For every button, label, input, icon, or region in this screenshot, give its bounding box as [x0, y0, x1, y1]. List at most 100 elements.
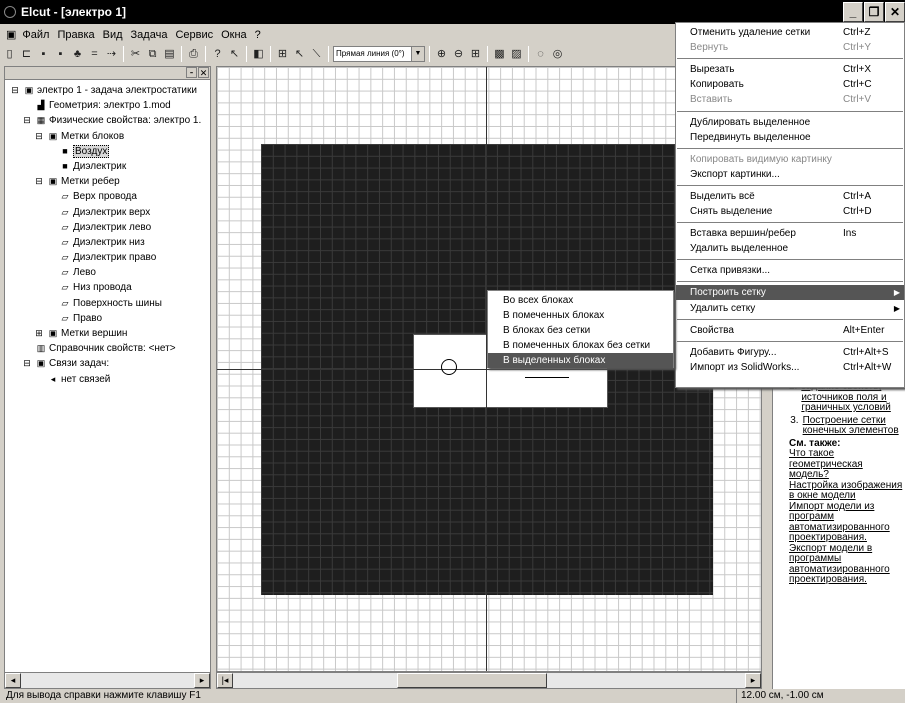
submenu-item[interactable]: В помеченных блоках без сетки: [488, 338, 673, 353]
minimize-button[interactable]: _: [843, 2, 863, 22]
help-link[interactable]: Построение сетки конечных элементов: [803, 415, 905, 437]
context-help-icon[interactable]: ↖: [227, 47, 242, 62]
panel-close-icon[interactable]: ✕: [198, 67, 209, 78]
context-menu-item[interactable]: Передвинуть выделенное: [676, 130, 904, 145]
scroll-left-icon[interactable]: ◂: [5, 673, 21, 688]
canvas-hscrollbar[interactable]: |◂ ▸: [216, 672, 762, 689]
tree-item[interactable]: ▱ Диэлектрик лево: [5, 220, 210, 235]
context-menu-item[interactable]: Вставка вершин/ребер Ins: [676, 226, 904, 241]
line-type-select[interactable]: Прямая линия (0°) ▼: [333, 46, 425, 62]
cut-icon[interactable]: ✂: [128, 47, 143, 62]
copy-icon[interactable]: ⧉: [145, 47, 160, 62]
context-menu-item[interactable]: Отменить удаление сетки Ctrl+Z: [676, 25, 904, 40]
tree-item[interactable]: ▱ Низ провода: [5, 280, 210, 295]
new-icon[interactable]: ▯: [2, 47, 17, 62]
scroll-right-icon[interactable]: ▸: [745, 673, 761, 688]
context-menu-item[interactable]: Экспорт картинки...: [676, 167, 904, 182]
submenu-item[interactable]: Во всех блоках: [488, 293, 673, 308]
tree-item[interactable]: ▱ Право: [5, 311, 210, 326]
context-menu-item[interactable]: Выделить всё Ctrl+A: [676, 189, 904, 204]
help-icon[interactable]: ?: [210, 47, 225, 62]
wire-edge[interactable]: [525, 377, 569, 378]
draw-line-icon[interactable]: ⟍: [309, 47, 324, 62]
help-link[interactable]: Импорт модели из программ автоматизирова…: [789, 501, 890, 544]
menu-view[interactable]: Вид: [99, 29, 127, 41]
menu-service[interactable]: Сервис: [171, 29, 217, 41]
expand-toggle-icon[interactable]: ⊟: [9, 83, 21, 98]
open-icon[interactable]: ⊏: [19, 47, 34, 62]
context-menu-item[interactable]: Добавить Фигуру... Ctrl+Alt+S: [676, 345, 904, 360]
tree-item[interactable]: ▥ Справочник свойств: <нет>: [5, 341, 210, 356]
help-link[interactable]: Экспорт модели в программы автоматизиров…: [789, 543, 890, 586]
doc-icon[interactable]: ▣: [4, 28, 18, 41]
tree-item[interactable]: ▱ Диэлектрик низ: [5, 235, 210, 250]
restore-button[interactable]: ❐: [864, 2, 884, 22]
tree-item[interactable]: ▱ Диэлектрик право: [5, 250, 210, 265]
solve-icon[interactable]: ◌: [533, 47, 548, 62]
context-menu-item[interactable]: Снять выделение Ctrl+D: [676, 204, 904, 219]
menu-help[interactable]: ?: [251, 29, 265, 41]
menu-file[interactable]: Файл: [18, 29, 53, 41]
scroll-right-icon[interactable]: ▸: [194, 673, 210, 688]
expand-toggle-icon[interactable]: ⊞: [33, 326, 45, 341]
tree-item[interactable]: ▱ Диэлектрик верх: [5, 205, 210, 220]
network-icon[interactable]: ♣: [70, 47, 85, 62]
context-menu-item[interactable]: Копировать видимую картинку: [676, 152, 904, 167]
help-link[interactable]: Что такое геометрическая модель?: [789, 448, 863, 480]
select-icon[interactable]: ↖: [292, 47, 307, 62]
submenu-item[interactable]: В выделенных блоках: [488, 353, 673, 368]
context-menu-item[interactable]: Дублировать выделенное: [676, 115, 904, 130]
scroll-left-icon[interactable]: |◂: [217, 673, 233, 688]
context-menu-item[interactable]: Вернуть Ctrl+Y: [676, 40, 904, 55]
link-icon[interactable]: ⇢: [104, 47, 119, 62]
close-button[interactable]: ✕: [885, 2, 905, 22]
zoom-out-icon[interactable]: ⊖: [451, 47, 466, 62]
tree-item[interactable]: ◂ нет связей: [5, 372, 210, 387]
tree-item[interactable]: ■ Воздух: [5, 144, 210, 159]
context-menu-item[interactable]: Удалить сетку ▶: [676, 301, 904, 316]
menu-task[interactable]: Задача: [127, 29, 172, 41]
tree-item[interactable]: ▱ Лево: [5, 265, 210, 280]
tree-item[interactable]: ▱ Верх провода: [5, 189, 210, 204]
context-menu-item[interactable]: Импорт из SolidWorks... Ctrl+Alt+W: [676, 360, 904, 375]
context-menu-item[interactable]: Построить сетку ▶: [676, 285, 904, 301]
tree-item[interactable]: ⊞ ▣ Метки вершин: [5, 326, 210, 341]
tree-item[interactable]: ▱ Поверхность шины: [5, 296, 210, 311]
tree-item[interactable]: ⊟ ▣ Метки блоков: [5, 129, 210, 144]
expand-toggle-icon[interactable]: ⊟: [33, 129, 45, 144]
context-menu-item[interactable]: Вырезать Ctrl+X: [676, 62, 904, 77]
help-link[interactable]: Настройка изображения в окне модели: [789, 480, 902, 502]
properties-icon[interactable]: ◧: [251, 47, 266, 62]
tree-hscrollbar[interactable]: ◂ ▸: [5, 672, 210, 688]
mesh-delete-icon[interactable]: ▨: [509, 47, 524, 62]
tree-item[interactable]: ⊟ ▣ Связи задач:: [5, 356, 210, 371]
chevron-down-icon[interactable]: ▼: [411, 47, 424, 61]
paste-icon[interactable]: ▤: [162, 47, 177, 62]
tree-item[interactable]: ⊟ ▣ электро 1 - задача электростатики: [5, 83, 210, 98]
menu-windows[interactable]: Окна: [217, 29, 251, 41]
equals-icon[interactable]: =: [87, 47, 102, 62]
expand-toggle-icon[interactable]: ⊟: [21, 356, 33, 371]
mesh-build-icon[interactable]: ▩: [492, 47, 507, 62]
menu-edit[interactable]: Правка: [53, 29, 98, 41]
submenu-item[interactable]: В помеченных блоках: [488, 308, 673, 323]
submenu-item[interactable]: В блоках без сетки: [488, 323, 673, 338]
scroll-thumb[interactable]: [397, 673, 547, 688]
save-icon[interactable]: ▪: [36, 47, 51, 62]
panel-menu-icon[interactable]: ⁃: [186, 67, 197, 78]
zoom-window-icon[interactable]: ⊞: [468, 47, 483, 62]
tree-item[interactable]: ■ Диэлектрик: [5, 159, 210, 174]
tree-item[interactable]: ⊟ ▣ Метки ребер: [5, 174, 210, 189]
context-menu-item[interactable]: Свойства Alt+Enter: [676, 323, 904, 338]
expand-toggle-icon[interactable]: ⊟: [33, 174, 45, 189]
context-menu-item[interactable]: Вставить Ctrl+V: [676, 92, 904, 107]
context-menu-item[interactable]: Удалить выделенное: [676, 241, 904, 256]
expand-toggle-icon[interactable]: ⊟: [21, 113, 33, 128]
tree-item[interactable]: ⊟ ▦ Физические свойства: электро 1.: [5, 113, 210, 128]
print-icon[interactable]: ⎙: [186, 47, 201, 62]
results-icon[interactable]: ◎: [550, 47, 565, 62]
context-menu-item[interactable]: Сетка привязки...: [676, 263, 904, 278]
tree-item[interactable]: ▟ Геометрия: электро 1.mod: [5, 98, 210, 113]
save-all-icon[interactable]: ▪: [53, 47, 68, 62]
context-menu-item[interactable]: Копировать Ctrl+C: [676, 77, 904, 92]
